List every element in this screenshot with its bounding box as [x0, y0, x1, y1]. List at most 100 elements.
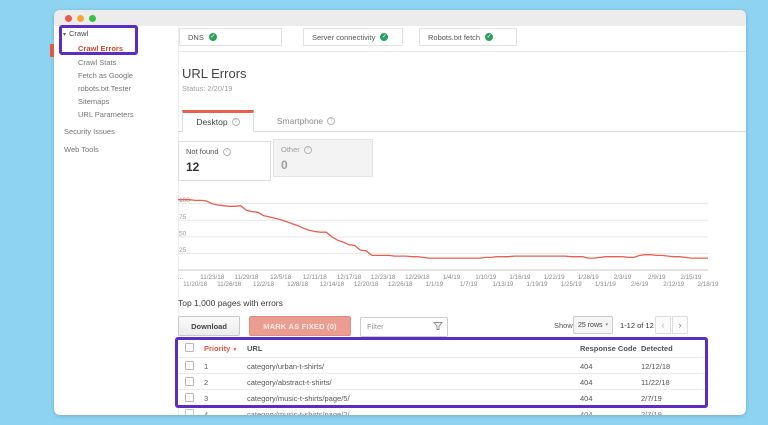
table-body: 1category/urban-t-shirts/40412/12/182cat…: [178, 357, 705, 405]
filter-field-wrap: [360, 316, 448, 336]
x-tick-label: 12/14/18: [320, 281, 345, 288]
priority-cell: 2: [204, 378, 208, 387]
rows-select-value: 25 rows: [578, 322, 603, 329]
table-row[interactable]: 1category/urban-t-shirts/40412/12/18: [178, 357, 705, 373]
x-tick-label: 2/6/19: [631, 281, 649, 288]
show-label: Show: [554, 321, 573, 330]
sidebar-item-robots-tester[interactable]: robots.txt Tester: [78, 84, 131, 93]
filter-funnel-icon: [433, 321, 443, 331]
x-tick-label: 1/28/19: [578, 274, 599, 281]
url-link[interactable]: category/music-t-shirts/page/2/: [247, 410, 350, 415]
not-found-series-line: [178, 200, 708, 258]
response-code-cell: 404: [580, 394, 593, 403]
detected-cell: 11/22/18: [641, 378, 670, 387]
y-tick-label: 50: [179, 230, 187, 237]
pagination-prev-button[interactable]: ‹: [655, 316, 671, 334]
row-checkbox[interactable]: [185, 377, 194, 386]
select-all-checkbox[interactable]: [185, 343, 194, 352]
x-tick-label: 2/3/19: [614, 274, 632, 281]
annotation-box-table: Priority ▼ URL Response Code Detected 1 c…: [175, 337, 708, 408]
y-tick-label: 75: [179, 214, 187, 221]
priority-cell: 1: [204, 362, 208, 371]
url-link[interactable]: category/music-t-shirts/page/5/: [247, 394, 350, 403]
sort-desc-icon: ▼: [232, 347, 237, 353]
chart-x-axis-labels: ...11/23/1811/29/1812/5/1812/11/1812/17/…: [178, 274, 708, 289]
x-tick-label: 11/26/18: [217, 281, 241, 288]
status-tab-server-connectivity[interactable]: Server connectivity ✓: [303, 28, 403, 46]
sidebar-item-crawl-stats[interactable]: Crawl Stats: [78, 58, 116, 67]
column-detected[interactable]: Detected: [641, 344, 673, 353]
response-code-cell: 404: [580, 362, 593, 371]
tab-label: Smartphone: [277, 116, 323, 126]
header-divider: [178, 51, 746, 52]
table-heading: Top 1,000 pages with errors: [178, 298, 283, 308]
x-tick-label: 12/23/18: [371, 274, 396, 281]
status-tab-dns[interactable]: DNS ✓: [179, 28, 282, 46]
y-tick-label: 25: [179, 247, 187, 254]
sidebar-item-crawl-errors[interactable]: Crawl Errors: [78, 44, 123, 53]
x-tick-label: 1/10/19: [475, 274, 496, 281]
window-titlebar: [54, 10, 746, 26]
sidebar-active-edge-marker: [50, 44, 54, 57]
x-tick-label: 1/31/19: [595, 281, 616, 288]
mark-as-fixed-button[interactable]: MARK AS FIXED (0): [249, 316, 351, 336]
help-icon[interactable]: ?: [232, 118, 240, 126]
sidebar-item-url-parameters[interactable]: URL Parameters: [78, 110, 134, 119]
card-not-found[interactable]: Not found ? 12: [178, 141, 271, 181]
sidebar-item-crawl[interactable]: ▾Crawl: [63, 29, 88, 38]
x-tick-label: 11/23/18: [200, 274, 224, 281]
card-label: Other: [281, 145, 300, 154]
desktop-background: { "colors": { "accent_red": "#e8604c", "…: [0, 0, 768, 425]
table-row[interactable]: 2category/abstract-t-shirts/40411/22/18: [178, 373, 705, 389]
x-tick-label: 11/20/18: [183, 281, 207, 288]
status-tab-robots-fetch[interactable]: Robots.txt fetch ✓: [419, 28, 517, 46]
detected-cell: 2/7/19: [641, 410, 662, 415]
priority-cell: 3: [204, 394, 208, 403]
x-tick-label: 12/8/18: [287, 281, 308, 288]
table-header-row: Priority ▼ URL Response Code Detected: [178, 340, 705, 357]
table-row[interactable]: 3category/music-t-shirts/page/5/4042/7/1…: [178, 389, 705, 405]
x-tick-label: 1/19/19: [527, 281, 548, 288]
x-tick-label: 12/29/18: [405, 274, 430, 281]
row-checkbox[interactable]: [185, 361, 194, 370]
response-code-cell: 404: [580, 410, 593, 415]
status-tab-label: DNS: [188, 33, 204, 42]
x-tick-label: 2/9/19: [648, 274, 666, 281]
browser-window: ▾Crawl Crawl Errors Crawl Stats Fetch as…: [54, 10, 746, 415]
sidebar-item-sitemaps[interactable]: Sitemaps: [78, 97, 109, 106]
errors-line-chart: 255075100: [178, 196, 708, 272]
row-checkbox[interactable]: [185, 409, 194, 415]
tab-desktop[interactable]: Desktop ?: [182, 110, 254, 132]
sidebar-item-security-issues[interactable]: Security Issues: [64, 127, 115, 136]
not-found-count: 12: [186, 160, 263, 174]
x-tick-label: 1/13/19: [492, 281, 513, 288]
sidebar-item-web-tools[interactable]: Web Tools: [64, 145, 99, 154]
url-link[interactable]: category/urban-t-shirts/: [247, 362, 324, 371]
page-title: URL Errors: [182, 66, 247, 81]
x-tick-label: 2/15/19: [680, 274, 701, 281]
minimize-button[interactable]: [77, 15, 84, 22]
x-tick-label: 12/5/18: [270, 274, 291, 281]
help-icon[interactable]: ?: [304, 146, 312, 154]
rows-per-page-select[interactable]: 25 rows ▾: [573, 316, 613, 334]
row-checkbox[interactable]: [185, 393, 194, 402]
column-url[interactable]: URL: [247, 344, 262, 353]
sidebar-item-fetch-as-google[interactable]: Fetch as Google: [78, 71, 133, 80]
tab-smartphone[interactable]: Smartphone ?: [266, 112, 346, 130]
x-tick-label: 11/29/18: [234, 274, 258, 281]
help-icon[interactable]: ?: [223, 148, 231, 156]
url-link[interactable]: category/abstract-t-shirts/: [247, 378, 332, 387]
pagination-next-button[interactable]: ›: [672, 316, 688, 334]
help-icon[interactable]: ?: [327, 117, 335, 125]
close-button[interactable]: [65, 15, 72, 22]
maximize-button[interactable]: [89, 15, 96, 22]
chevron-left-icon: ‹: [662, 320, 665, 330]
download-button[interactable]: Download: [178, 316, 240, 336]
x-tick-label: 1/22/19: [544, 274, 565, 281]
card-other[interactable]: Other ? 0: [273, 139, 373, 177]
column-priority[interactable]: Priority ▼: [204, 344, 237, 353]
x-tick-label: 1/7/19: [460, 281, 478, 288]
caret-down-icon: ▾: [63, 32, 66, 38]
x-tick-label: 12/26/18: [388, 281, 413, 288]
column-response-code[interactable]: Response Code: [580, 344, 637, 353]
